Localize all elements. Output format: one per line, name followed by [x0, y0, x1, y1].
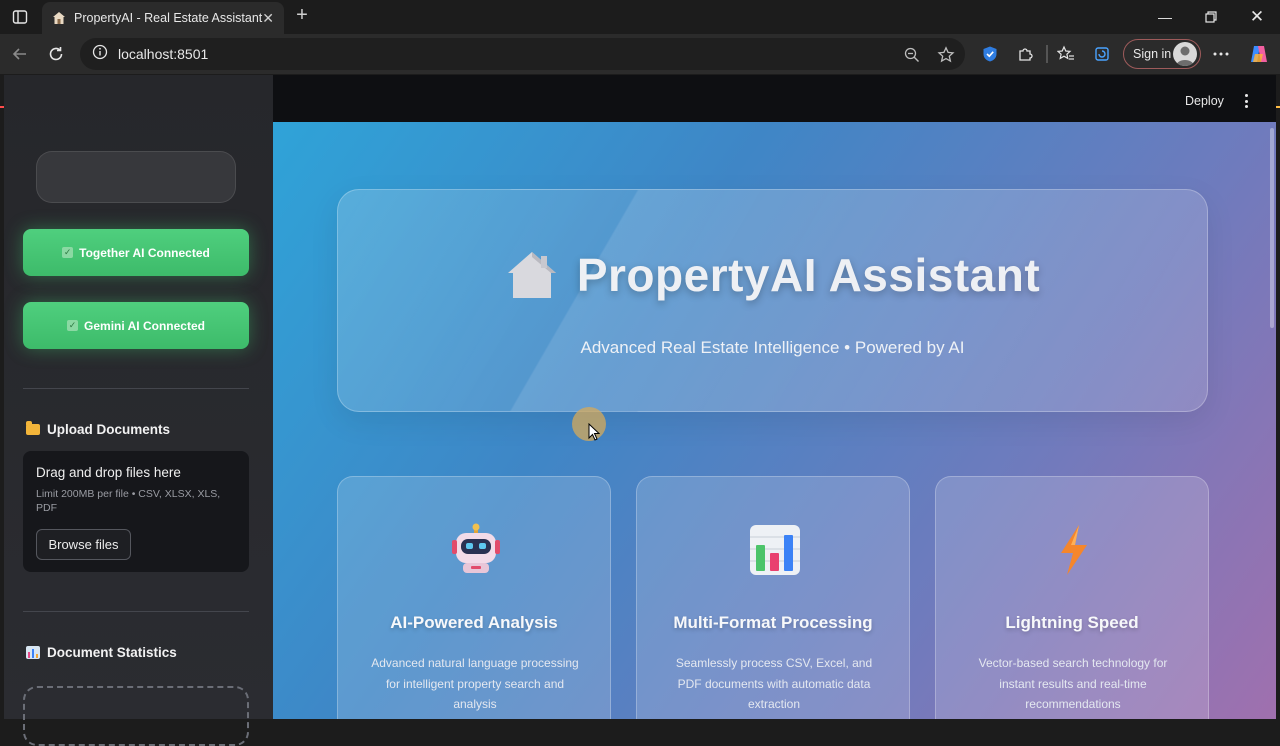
collections-icon[interactable] — [1092, 44, 1112, 64]
dropzone-title: Drag and drop files here — [36, 465, 181, 480]
feature-description: Vector-based search technology for insta… — [978, 656, 1168, 711]
main-menu-icon[interactable] — [1241, 94, 1251, 108]
bar-chart-icon — [748, 523, 802, 577]
upload-documents-heading: Upload Documents — [26, 421, 171, 437]
address-bar-row: localhost:8501 Sign in — [0, 34, 1280, 108]
feature-title: Multi-Format Processing — [673, 613, 873, 632]
close-window-icon[interactable]: ✕ — [1234, 0, 1280, 34]
check-icon: ✓ — [67, 320, 79, 331]
back-icon[interactable] — [8, 42, 32, 66]
url-text: localhost:8501 — [118, 46, 209, 62]
feature-card-multi-format: Multi-Format Processing Seamlessly proce… — [636, 476, 910, 719]
app-sidebar: ✓ Together AI Connected ✓ Gemini AI Conn… — [4, 75, 273, 746]
check-icon: ✓ — [62, 247, 74, 258]
house-icon — [505, 248, 559, 302]
feature-description: Advanced natural language processing for… — [371, 656, 579, 711]
sidebar-divider — [23, 611, 249, 612]
profile-avatar-icon — [1173, 42, 1197, 66]
mouse-cursor-icon — [588, 422, 601, 446]
copilot-icon[interactable] — [1248, 43, 1270, 65]
file-uploader-dropzone[interactable]: Drag and drop files here Limit 200MB per… — [23, 451, 249, 572]
tab-title: PropertyAI - Real Estate Assistant — [74, 11, 263, 25]
dropzone-limit-text: Limit 200MB per file • CSV, XLSX, XLS, P… — [36, 488, 221, 514]
main-scrollbar[interactable] — [1270, 128, 1274, 328]
feature-card-lightning-speed: Lightning Speed Vector-based search tech… — [935, 476, 1209, 719]
browse-files-button[interactable]: Browse files — [36, 529, 131, 560]
more-options-icon[interactable] — [1211, 44, 1231, 64]
statistics-placeholder-box — [23, 686, 249, 746]
browser-tab-strip: PropertyAI - Real Estate Assistant ✕ + —… — [0, 0, 1280, 34]
house-favicon-icon — [52, 10, 66, 26]
document-statistics-label: Document Statistics — [47, 645, 177, 660]
tab-close-icon[interactable]: ✕ — [262, 10, 274, 27]
toolbar-divider — [1046, 45, 1048, 63]
hero-title: PropertyAI Assistant — [576, 249, 1041, 301]
gemini-ai-status-badge: ✓ Gemini AI Connected — [23, 302, 249, 349]
hero-title-row: PropertyAI Assistant — [338, 248, 1207, 302]
bar-chart-icon — [26, 646, 40, 659]
reload-icon[interactable] — [44, 42, 68, 66]
browser-tab-active[interactable]: PropertyAI - Real Estate Assistant ✕ — [42, 2, 284, 34]
sidebar-toggle-icon[interactable] — [10, 7, 30, 27]
robot-icon — [449, 523, 503, 577]
sidebar-logo-placeholder — [36, 151, 236, 203]
main-content: PropertyAI Assistant Advanced Real Estat… — [273, 122, 1276, 719]
minimize-icon[interactable]: — — [1142, 0, 1188, 34]
extension-shield-icon[interactable] — [980, 44, 1000, 64]
feature-card-ai-analysis: AI-Powered Analysis Advanced natural lan… — [337, 476, 611, 719]
hero-banner: PropertyAI Assistant Advanced Real Estat… — [337, 189, 1208, 412]
sign-in-button[interactable]: Sign in — [1123, 39, 1201, 69]
upload-documents-label: Upload Documents — [47, 422, 171, 437]
deploy-button[interactable]: Deploy — [1185, 94, 1224, 108]
restore-icon[interactable] — [1188, 0, 1234, 34]
zoom-icon[interactable] — [902, 45, 922, 65]
url-bar[interactable]: localhost:8501 — [80, 38, 965, 70]
new-tab-icon[interactable]: + — [290, 4, 314, 28]
together-ai-status-label: Together AI Connected — [79, 245, 210, 260]
feature-title: Lightning Speed — [1005, 613, 1139, 632]
hero-subtitle: Advanced Real Estate Intelligence • Powe… — [580, 338, 965, 357]
together-ai-status-badge: ✓ Together AI Connected — [23, 229, 249, 276]
folder-icon — [26, 421, 40, 435]
app-header: Deploy — [273, 75, 1276, 122]
feature-description: Seamlessly process CSV, Excel, and PDF d… — [675, 656, 873, 711]
extensions-puzzle-icon[interactable] — [1016, 44, 1036, 64]
lightning-icon — [1047, 523, 1101, 577]
favorites-icon[interactable] — [1056, 44, 1076, 64]
site-info-icon[interactable] — [92, 44, 108, 65]
gemini-ai-status-label: Gemini AI Connected — [84, 318, 205, 333]
sidebar-divider — [23, 388, 249, 389]
feature-title: AI-Powered Analysis — [390, 613, 558, 632]
document-statistics-heading: Document Statistics — [26, 645, 177, 660]
favorite-star-icon[interactable] — [936, 45, 956, 65]
sign-in-label: Sign in — [1133, 47, 1172, 61]
